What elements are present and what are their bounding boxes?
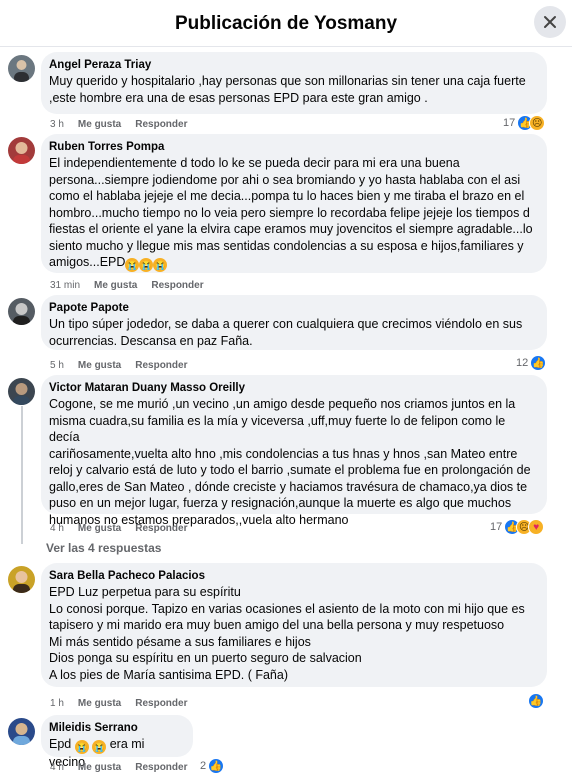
comment-time[interactable]: 31 min <box>50 280 80 291</box>
crying-emoji-icon: 😭 <box>153 258 168 272</box>
view-replies-link[interactable]: Ver las 4 respuestas <box>46 541 161 555</box>
comment-author[interactable]: Sara Bella Pacheco Palacios <box>49 569 537 584</box>
avatar[interactable] <box>8 378 35 405</box>
avatar[interactable] <box>8 718 35 745</box>
comment-bubble: Papote Papote Un tipo súper jodedor, se … <box>41 295 547 350</box>
reply-button[interactable]: Responder <box>135 523 187 534</box>
like-button[interactable]: Me gusta <box>78 698 121 709</box>
crying-emoji-icon: 😭 <box>92 740 107 754</box>
comment-actions: 5 h Me gusta Responder <box>50 360 187 371</box>
comment-time[interactable]: 1 h <box>50 698 64 709</box>
like-reaction-icon: 👍 <box>208 758 225 774</box>
comment-bubble: Victor Mataran Duany Masso Oreilly Cogon… <box>41 375 547 527</box>
comment-author[interactable]: Angel Peraza Triay <box>49 58 537 73</box>
reaction-count: 12 <box>516 357 529 369</box>
reaction-count: 17 <box>503 117 516 129</box>
close-button[interactable] <box>534 6 566 38</box>
reaction-summary[interactable]: 17 👍 ☹ <box>503 115 546 131</box>
post-header: Publicación de Yosmany <box>0 0 572 47</box>
like-button[interactable]: Me gusta <box>78 119 121 130</box>
reply-button[interactable]: Responder <box>135 119 187 130</box>
reaction-count: 17 <box>490 521 503 533</box>
avatar[interactable] <box>8 566 35 593</box>
comment-author[interactable]: Victor Mataran Duany Masso Oreilly <box>49 381 537 396</box>
thread-line <box>21 406 23 544</box>
reply-button[interactable]: Responder <box>151 280 203 291</box>
comment-author[interactable]: Ruben Torres Pompa <box>49 140 537 155</box>
comment-actions: 3 h Me gusta Responder <box>50 119 187 130</box>
reply-button[interactable]: Responder <box>135 360 187 371</box>
crying-emoji-icon: 😭 <box>125 258 140 272</box>
like-button[interactable]: Me gusta <box>78 523 121 534</box>
reaction-count: 2 <box>200 760 207 772</box>
comment-text-content: El independientemente d todo lo ke se pu… <box>49 156 533 269</box>
comment-time[interactable]: 4 h <box>50 523 64 534</box>
avatar[interactable] <box>8 298 35 325</box>
comment-bubble: Ruben Torres Pompa El independientemente… <box>41 134 547 273</box>
reaction-summary[interactable]: 2 👍 <box>200 758 225 774</box>
comment-text: Un tipo súper jodedor, se daba a querer … <box>49 317 523 348</box>
comment-text-content: Epd <box>49 737 72 751</box>
care-reaction-icon: ♥ <box>528 519 545 535</box>
comment-text: EPD Luz perpetua para su espíritu Lo con… <box>49 585 525 682</box>
crying-emoji-icon: 😭 <box>74 740 89 754</box>
close-icon <box>544 16 556 28</box>
like-reaction-icon: 👍 <box>528 693 544 709</box>
comment-bubble: Sara Bella Pacheco Palacios EPD Luz perp… <box>41 563 547 687</box>
comment-text: El independientemente d todo lo ke se pu… <box>49 155 537 272</box>
comment-text: Cogone, se me murió ,un vecino ,un amigo… <box>49 397 531 527</box>
comment-bubble: Mileidis Serrano Epd 😭 😭 era mi vecino <box>41 715 193 769</box>
reply-button[interactable]: Responder <box>135 698 187 709</box>
comment-author[interactable]: Mileidis Serrano <box>49 721 183 736</box>
comment-bubble: Angel Peraza Triay Muy querido y hospita… <box>41 52 547 114</box>
crying-emoji-icon: 😭 <box>139 258 154 272</box>
comment-actions: 1 h Me gusta Responder <box>50 698 187 709</box>
sad-reaction-icon: ☹ <box>529 115 546 131</box>
avatar[interactable] <box>8 55 35 82</box>
like-button[interactable]: Me gusta <box>94 280 137 291</box>
reaction-summary[interactable]: 12 👍 <box>516 355 547 371</box>
comment-actions: 4 h Me gusta Responder <box>50 523 187 534</box>
like-button[interactable]: Me gusta <box>78 762 121 773</box>
comment-actions: 31 min Me gusta Responder <box>50 280 204 291</box>
reply-button[interactable]: Responder <box>135 762 187 773</box>
comment-author[interactable]: Papote Papote <box>49 301 537 316</box>
comment-actions: 4 h Me gusta Responder <box>50 762 187 773</box>
reaction-summary[interactable]: 17 👍 ☹ ♥ <box>490 519 545 535</box>
comment-time[interactable]: 3 h <box>50 119 64 130</box>
reaction-summary[interactable]: 👍 <box>528 693 544 709</box>
comment-time[interactable]: 5 h <box>50 360 64 371</box>
like-button[interactable]: Me gusta <box>78 360 121 371</box>
avatar[interactable] <box>8 137 35 164</box>
page-title: Publicación de Yosmany <box>174 13 398 34</box>
like-reaction-icon: 👍 <box>530 355 547 371</box>
comment-time[interactable]: 4 h <box>50 762 64 773</box>
comment-text: Muy querido y hospitalario ,hay personas… <box>49 74 526 105</box>
